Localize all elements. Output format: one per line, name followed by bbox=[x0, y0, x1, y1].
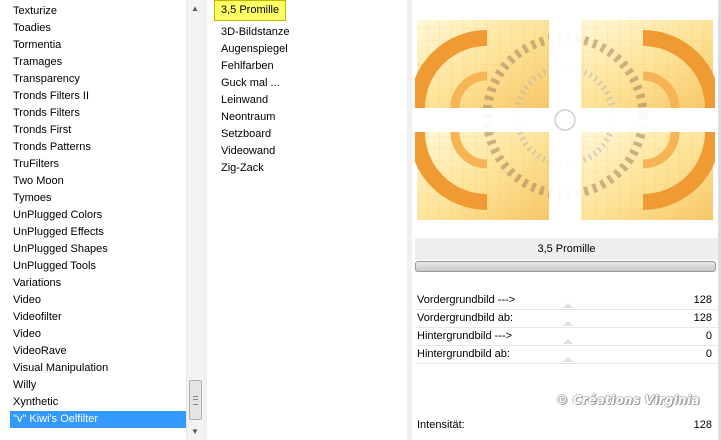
slider-marker-icon[interactable] bbox=[563, 321, 573, 326]
param-value: 0 bbox=[705, 330, 712, 342]
quadrant-top-right bbox=[581, 20, 721, 109]
filter-item[interactable]: Guck mal ... bbox=[214, 75, 289, 92]
preview-panel: 3,5 Promille Vordergrundbild ---> 128 Vo… bbox=[409, 0, 721, 440]
grip-icon bbox=[193, 395, 198, 405]
filter-item[interactable]: Setzboard bbox=[214, 126, 289, 143]
category-item[interactable]: UnPlugged Effects bbox=[0, 224, 186, 241]
category-item[interactable]: Videofilter bbox=[0, 309, 186, 326]
preview-pattern-graphic bbox=[409, 4, 721, 220]
param-value: 0 bbox=[705, 348, 712, 360]
category-item[interactable]: Tronds Filters bbox=[0, 105, 186, 122]
category-item[interactable]: Tormentia bbox=[0, 37, 186, 54]
category-item[interactable]: Video bbox=[0, 292, 186, 309]
filter-item[interactable]: Augenspiegel bbox=[214, 41, 289, 58]
quadrant-bottom-left bbox=[409, 131, 549, 220]
category-item[interactable]: Two Moon bbox=[0, 173, 186, 190]
category-item[interactable]: TruFilters bbox=[0, 156, 186, 173]
filter-item[interactable]: 3D-Bildstanze bbox=[214, 24, 289, 41]
arrow-down-icon[interactable]: ▼ bbox=[187, 423, 203, 440]
slider-marker-icon[interactable] bbox=[563, 357, 573, 362]
filter-title: 3,5 Promille bbox=[537, 243, 596, 255]
category-item[interactable]: Tronds Patterns bbox=[0, 139, 186, 156]
param-value: 128 bbox=[693, 419, 712, 431]
param-row-hintergrundbild-ab[interactable]: Hintergrundbild ab: 0 bbox=[415, 346, 718, 364]
filter-item[interactable]: Leinwand bbox=[214, 92, 289, 109]
filter-item[interactable]: 3,5 Promille bbox=[214, 0, 287, 21]
slider-marker-icon[interactable] bbox=[563, 303, 573, 308]
category-item[interactable]: Willy bbox=[0, 377, 186, 394]
param-row-hintergrundbild[interactable]: Hintergrundbild ---> 0 bbox=[415, 328, 718, 346]
param-label: Vordergrundbild ab: bbox=[417, 312, 514, 324]
watermark: © Créations Virginia bbox=[556, 393, 700, 407]
category-item[interactable]: Tramages bbox=[0, 54, 186, 71]
param-value: 128 bbox=[693, 312, 712, 324]
category-item[interactable]: VideoRave bbox=[0, 343, 186, 360]
category-item[interactable]: Tymoes bbox=[0, 190, 186, 207]
filter-item[interactable]: Neontraum bbox=[214, 109, 289, 126]
progress-bar bbox=[415, 261, 716, 272]
quadrant-bottom-right bbox=[581, 131, 721, 220]
category-list[interactable]: Texturize Toadies Tormentia Tramages Transpa… bbox=[0, 3, 186, 428]
param-row-intensitaet[interactable]: Intensität: 128 bbox=[415, 417, 718, 434]
filter-list-panel: 3,5 Promille 3D-Bildstanze Augenspiegel Feh… bbox=[207, 0, 407, 440]
preview-image bbox=[409, 4, 721, 220]
category-item[interactable]: Visual Manipulation bbox=[0, 360, 186, 377]
category-item[interactable]: Toadies bbox=[0, 20, 186, 37]
filter-item[interactable]: Videowand bbox=[214, 143, 289, 160]
param-row-vordergrundbild[interactable]: Vordergrundbild ---> 128 bbox=[415, 292, 718, 310]
category-item[interactable]: Xynthetic bbox=[0, 394, 186, 411]
category-item[interactable]: Tronds Filters II bbox=[0, 88, 186, 105]
category-item[interactable]: UnPlugged Shapes bbox=[0, 241, 186, 258]
filter-title-bar: 3,5 Promille bbox=[415, 238, 718, 260]
category-item[interactable]: Tronds First bbox=[0, 122, 186, 139]
category-item[interactable]: Video bbox=[0, 326, 186, 343]
category-item[interactable]: "v" Kiwi's Oelfilter bbox=[10, 411, 186, 428]
param-label: Hintergrundbild ab: bbox=[417, 348, 510, 360]
category-scrollbar[interactable]: ▲ ▼ bbox=[186, 0, 203, 440]
param-row-vordergrundbild-ab[interactable]: Vordergrundbild ab: 128 bbox=[415, 310, 718, 328]
category-item[interactable]: Variations bbox=[0, 275, 186, 292]
quadrant-top-left bbox=[409, 20, 549, 109]
param-label: Hintergrundbild ---> bbox=[417, 330, 513, 342]
category-item[interactable]: Texturize bbox=[0, 3, 186, 20]
filter-item[interactable]: Fehlfarben bbox=[214, 58, 289, 75]
scrollbar-thumb[interactable] bbox=[189, 380, 202, 420]
param-label: Intensität: bbox=[417, 419, 465, 431]
param-value: 128 bbox=[693, 294, 712, 306]
category-item[interactable]: UnPlugged Colors bbox=[0, 207, 186, 224]
arrow-up-icon[interactable]: ▲ bbox=[187, 0, 203, 17]
param-label: Vordergrundbild ---> bbox=[417, 294, 516, 306]
filter-item[interactable]: Zig-Zack bbox=[214, 160, 289, 177]
filter-list[interactable]: 3,5 Promille 3D-Bildstanze Augenspiegel Feh… bbox=[214, 0, 289, 177]
category-list-panel: Texturize Toadies Tormentia Tramages Transpa… bbox=[0, 0, 203, 440]
category-item[interactable]: UnPlugged Tools bbox=[0, 258, 186, 275]
category-item[interactable]: Transparency bbox=[0, 71, 186, 88]
slider-marker-icon[interactable] bbox=[563, 339, 573, 344]
